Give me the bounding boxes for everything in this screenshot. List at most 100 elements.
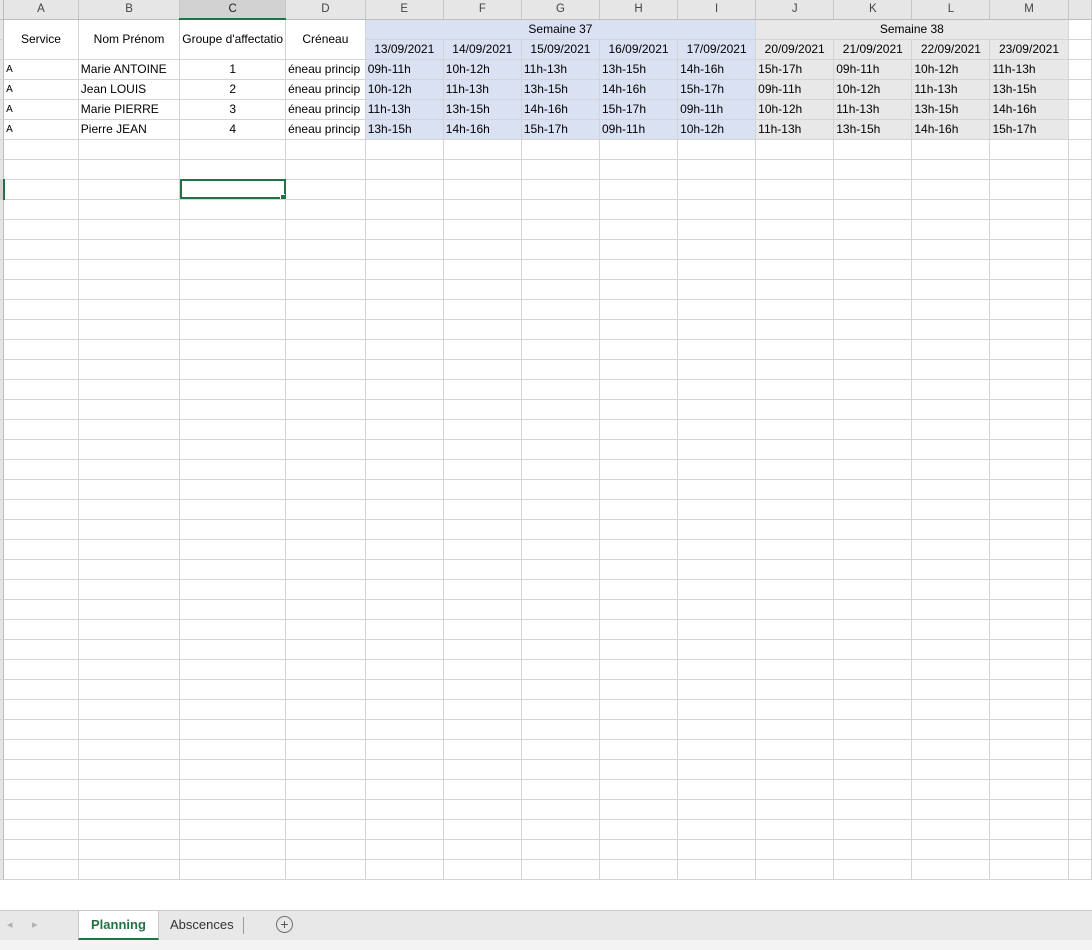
cell[interactable] <box>3 739 79 760</box>
slot-cell[interactable]: 10h-12h <box>911 59 991 80</box>
cell[interactable] <box>365 179 444 200</box>
cell[interactable] <box>521 859 600 880</box>
cell[interactable] <box>833 279 913 300</box>
cell[interactable] <box>677 199 757 220</box>
name-cell[interactable]: Marie PIERRE <box>78 99 181 120</box>
cell[interactable] <box>1068 459 1092 480</box>
cell[interactable] <box>285 299 366 320</box>
cell[interactable] <box>599 699 679 720</box>
cell[interactable] <box>179 539 287 560</box>
date-header[interactable]: 17/09/2021 <box>677 39 757 60</box>
cell[interactable] <box>521 519 600 540</box>
cell[interactable] <box>833 839 913 860</box>
cell[interactable] <box>755 739 835 760</box>
cell[interactable] <box>3 579 79 600</box>
cell[interactable] <box>521 739 600 760</box>
cell[interactable] <box>1068 619 1092 640</box>
cell[interactable] <box>989 619 1069 640</box>
slot-cell[interactable]: 11h-13h <box>443 79 522 100</box>
cell[interactable] <box>989 199 1069 220</box>
cell[interactable] <box>3 799 79 820</box>
cell[interactable] <box>833 579 913 600</box>
cell[interactable] <box>911 719 991 740</box>
cell[interactable] <box>911 579 991 600</box>
cell[interactable] <box>989 839 1069 860</box>
cell[interactable] <box>989 639 1069 660</box>
header-service[interactable]: Service <box>3 19 79 60</box>
cell[interactable] <box>521 499 600 520</box>
cell[interactable] <box>285 799 366 820</box>
cell[interactable] <box>989 219 1069 240</box>
cell[interactable] <box>285 519 366 540</box>
cell[interactable] <box>677 499 757 520</box>
cell[interactable] <box>443 159 522 180</box>
cell[interactable] <box>755 239 835 260</box>
cell[interactable] <box>443 259 522 280</box>
cell[interactable] <box>3 139 79 160</box>
cell[interactable] <box>911 299 991 320</box>
cell[interactable] <box>443 459 522 480</box>
cell[interactable] <box>989 259 1069 280</box>
cell[interactable] <box>677 799 757 820</box>
cell[interactable] <box>179 499 287 520</box>
cell[interactable] <box>911 779 991 800</box>
plus-circle-icon[interactable]: + <box>276 916 293 933</box>
cell[interactable] <box>1068 499 1092 520</box>
cell[interactable] <box>285 319 366 340</box>
cell[interactable] <box>365 319 444 340</box>
cell[interactable] <box>179 419 287 440</box>
cell[interactable] <box>755 539 835 560</box>
cell[interactable] <box>78 179 181 200</box>
cell[interactable] <box>78 739 181 760</box>
cell[interactable] <box>285 159 366 180</box>
cell[interactable] <box>3 859 79 880</box>
slot-cell[interactable]: 15h-17h <box>521 119 600 140</box>
date-header[interactable]: 23/09/2021 <box>989 39 1069 60</box>
cell[interactable] <box>78 819 181 840</box>
cell[interactable] <box>755 199 835 220</box>
cell[interactable] <box>78 579 181 600</box>
cell[interactable] <box>599 479 679 500</box>
cell[interactable] <box>78 699 181 720</box>
cell[interactable] <box>989 439 1069 460</box>
cell[interactable] <box>443 679 522 700</box>
service-cell[interactable]: A <box>3 59 79 80</box>
cell[interactable] <box>179 779 287 800</box>
cell[interactable] <box>833 239 913 260</box>
cell[interactable] <box>989 819 1069 840</box>
cell[interactable] <box>179 699 287 720</box>
cell[interactable] <box>365 419 444 440</box>
cell[interactable] <box>755 219 835 240</box>
cell[interactable] <box>989 459 1069 480</box>
cell[interactable] <box>833 159 913 180</box>
column-header-j[interactable]: J <box>755 0 835 20</box>
cell[interactable] <box>443 359 522 380</box>
cell[interactable] <box>179 479 287 500</box>
active-cell-c8[interactable] <box>179 179 287 200</box>
cell[interactable] <box>443 179 522 200</box>
sheet-tab-planning[interactable]: Planning <box>78 911 159 940</box>
cell[interactable] <box>599 839 679 860</box>
cell[interactable] <box>365 299 444 320</box>
cell[interactable] <box>78 239 181 260</box>
cell[interactable] <box>365 199 444 220</box>
cell[interactable] <box>911 599 991 620</box>
cell[interactable] <box>521 219 600 240</box>
cell[interactable] <box>365 739 444 760</box>
cell[interactable] <box>365 139 444 160</box>
cell[interactable] <box>179 719 287 740</box>
cell[interactable] <box>599 819 679 840</box>
cell[interactable] <box>599 779 679 800</box>
cell[interactable] <box>989 699 1069 720</box>
cell[interactable] <box>755 459 835 480</box>
cell[interactable] <box>521 639 600 660</box>
cell[interactable] <box>285 239 366 260</box>
cell[interactable] <box>179 339 287 360</box>
cell[interactable] <box>989 479 1069 500</box>
cell[interactable] <box>1068 199 1092 220</box>
service-cell[interactable]: A <box>3 119 79 140</box>
cell[interactable] <box>443 519 522 540</box>
slot-cell[interactable]: 13h-15h <box>989 79 1069 100</box>
slot-cell[interactable]: 13h-15h <box>521 79 600 100</box>
cell[interactable] <box>443 239 522 260</box>
